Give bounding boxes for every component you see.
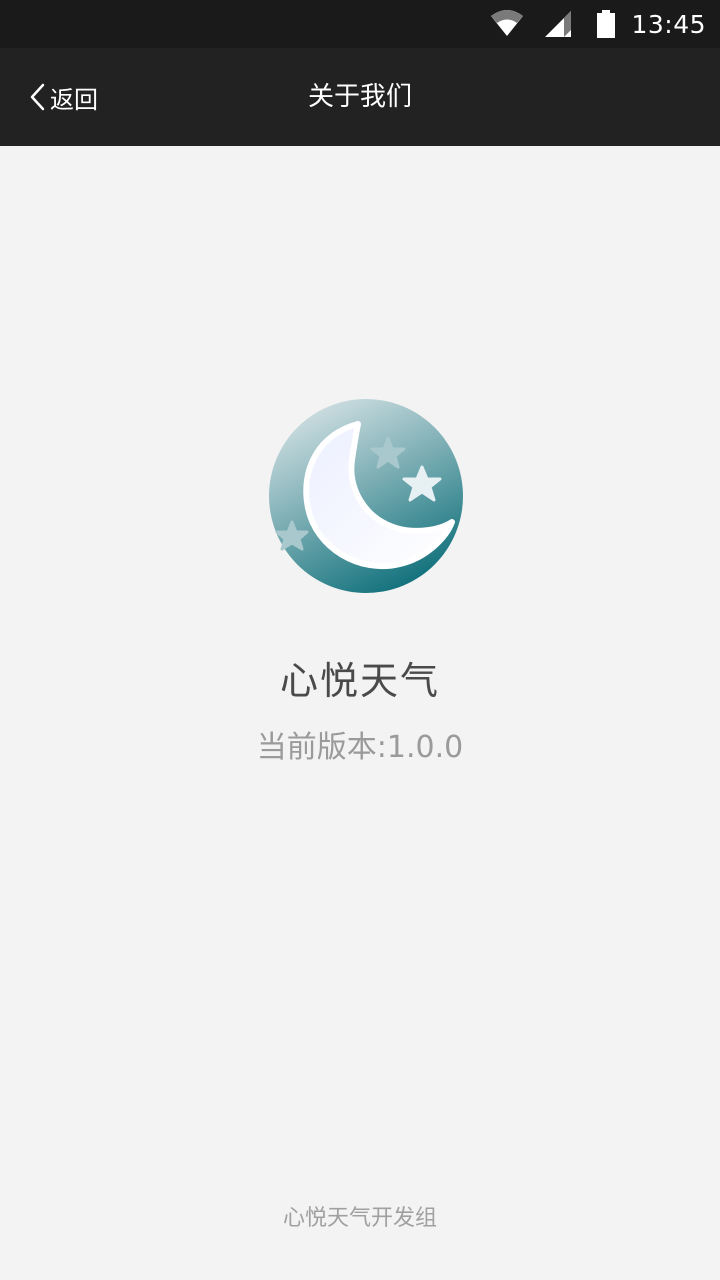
- back-button[interactable]: 返回: [28, 48, 98, 146]
- status-bar: 13:45: [0, 0, 720, 48]
- chevron-left-icon: [30, 83, 45, 111]
- title-bar: 返回 关于我们: [0, 48, 720, 146]
- status-time: 13:45: [631, 9, 706, 39]
- status-icons: 13:45: [491, 0, 706, 48]
- moon-stars-icon: [269, 399, 463, 593]
- signal-icon: [545, 11, 572, 37]
- app-name: 心悦天气: [279, 659, 440, 703]
- developer-credit: 心悦天气开发组: [282, 1206, 437, 1231]
- wifi-icon: [491, 10, 524, 36]
- battery-icon: [597, 10, 616, 38]
- app-version: 当前版本:1.0.0: [256, 730, 464, 765]
- back-label: 返回: [50, 85, 98, 114]
- page-title: 关于我们: [307, 82, 412, 112]
